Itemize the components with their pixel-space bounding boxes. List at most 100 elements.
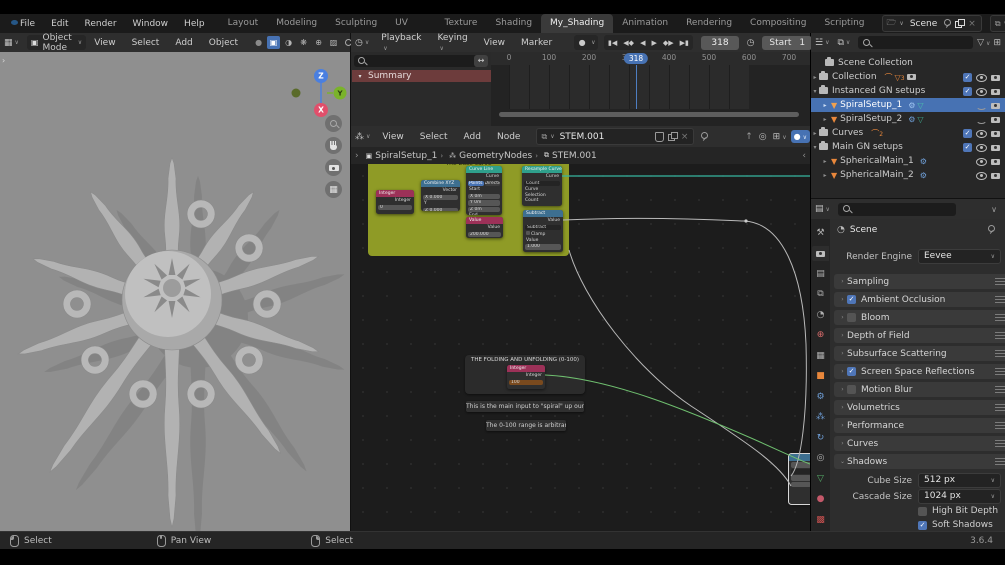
horizontal-scrollbar[interactable] bbox=[499, 112, 799, 117]
go-to-parent-icon[interactable]: ↑ bbox=[745, 132, 753, 142]
y-field[interactable]: Y 0m bbox=[468, 200, 500, 206]
play-button[interactable]: ▶ bbox=[649, 39, 659, 47]
new-collection-icon[interactable]: ⊞ bbox=[993, 38, 1001, 48]
viewport-shading-sphere-icon[interactable]: ● bbox=[252, 36, 265, 49]
zoom-button[interactable] bbox=[325, 115, 342, 132]
node-combine-xyz[interactable]: Combine XYZ Vector X 0.000 Y Z 0.000 bbox=[421, 180, 460, 211]
checkbox-off[interactable] bbox=[847, 385, 856, 394]
hide-eye-icon[interactable] bbox=[976, 73, 987, 81]
exclude-checkbox[interactable]: ✓ bbox=[963, 143, 972, 152]
timeline-ruler[interactable]: 0 100 200 300 400 500 600 700 318 bbox=[491, 52, 810, 65]
disable-render-icon[interactable] bbox=[991, 143, 1001, 151]
proportional-edit-icon[interactable]: ❋ bbox=[297, 36, 310, 49]
disable-render-icon[interactable] bbox=[991, 87, 1001, 95]
disable-render-icon[interactable] bbox=[991, 129, 1001, 137]
node-value-field[interactable]: 0 bbox=[378, 205, 412, 211]
sidebar-toggle-icon[interactable]: › bbox=[355, 151, 359, 161]
editor-type-geometry-nodes-icon[interactable]: ⁂∨ bbox=[355, 132, 370, 142]
pan-button[interactable] bbox=[325, 137, 342, 154]
hide-eye-icon[interactable] bbox=[976, 157, 987, 165]
node-value-field[interactable]: 200.000 bbox=[468, 232, 501, 238]
node-value-field[interactable]: 1.000 bbox=[525, 244, 561, 250]
tab-material[interactable]: ● bbox=[812, 492, 829, 507]
unlink-icon[interactable]: × bbox=[681, 132, 689, 142]
scene-name[interactable]: Scene bbox=[904, 19, 943, 29]
frame-start-field[interactable]: Start 1 bbox=[762, 36, 812, 50]
workspace-tab-texture-paint[interactable]: Texture Paint bbox=[436, 14, 487, 33]
breadcrumb-object[interactable]: SpiralSetup_1 bbox=[375, 151, 437, 161]
prev-keyframe-button[interactable]: ◀◆ bbox=[621, 39, 637, 47]
timeline-menu-keying[interactable]: Keying ∨ bbox=[429, 33, 475, 53]
drag-grip-icon[interactable] bbox=[995, 314, 1005, 321]
drag-grip-icon[interactable] bbox=[995, 404, 1005, 411]
filter-width-icon[interactable]: ↔ bbox=[474, 55, 488, 67]
drag-grip-icon[interactable] bbox=[995, 368, 1005, 375]
keyframe-area[interactable] bbox=[491, 65, 810, 120]
stopwatch-icon[interactable]: ◷ bbox=[747, 38, 755, 48]
outliner-row-spiralsetup-1[interactable]: ▸ ▼ SpiralSetup_1 ⚙ ▽ bbox=[811, 98, 1005, 112]
node-menu-node[interactable]: Node bbox=[489, 132, 529, 142]
camera-view-button[interactable] bbox=[325, 159, 342, 176]
soft-shadows-checkbox[interactable]: ✓ bbox=[918, 521, 927, 530]
display-mode-icon[interactable]: ⧉∨ bbox=[837, 38, 850, 48]
hide-eye-icon[interactable] bbox=[976, 115, 987, 123]
workspace-tab-rendering[interactable]: Rendering bbox=[677, 14, 741, 33]
panel-subsurface-scattering[interactable]: ›Subsurface Scattering bbox=[834, 346, 1005, 361]
editor-type-3d-viewport-icon[interactable]: ▦∨ bbox=[4, 38, 19, 48]
pin-icon[interactable] bbox=[700, 132, 708, 142]
drag-grip-icon[interactable] bbox=[995, 458, 1005, 465]
exclude-checkbox[interactable]: ✓ bbox=[963, 73, 972, 82]
menu-render[interactable]: Render bbox=[77, 19, 125, 29]
dopesheet[interactable]: ↔ ▾ Summary 0 100 200 300 400 500 600 70… bbox=[351, 52, 810, 127]
cube-size-dropdown[interactable]: 512 px∨ bbox=[918, 473, 1001, 488]
drag-grip-icon[interactable] bbox=[995, 296, 1005, 303]
viewport-menu-select[interactable]: Select bbox=[124, 38, 168, 48]
outliner-row-instanced-gn-setups[interactable]: ▾ Instanced GN setups ✓ bbox=[811, 84, 1005, 98]
node-z-field[interactable]: Z 0.000 bbox=[423, 208, 458, 212]
breadcrumb-scene[interactable]: Scene bbox=[850, 225, 877, 235]
node-value-field[interactable]: 100 bbox=[509, 380, 543, 386]
panel-volumetrics[interactable]: ›Volumetrics bbox=[834, 400, 1005, 415]
viewport-material-preview-icon[interactable]: ◑ bbox=[282, 36, 295, 49]
disable-render-icon[interactable] bbox=[991, 115, 1001, 123]
hide-eye-icon[interactable] bbox=[976, 143, 987, 151]
expand-icon[interactable]: ▸ bbox=[811, 74, 819, 81]
panel-sampling[interactable]: ›Sampling bbox=[834, 274, 1005, 289]
direction-tab[interactable]: Direction bbox=[485, 181, 501, 187]
node-menu-add[interactable]: Add bbox=[456, 132, 489, 142]
x-field[interactable]: X 0m bbox=[468, 194, 500, 200]
mode-dropdown[interactable]: Count bbox=[524, 181, 560, 187]
hide-eye-icon[interactable] bbox=[976, 87, 987, 95]
tab-object[interactable]: ■ bbox=[812, 369, 829, 384]
play-reverse-button[interactable]: ◀ bbox=[638, 39, 648, 47]
high-bit-depth-checkbox[interactable] bbox=[918, 507, 927, 516]
snapping-icon[interactable]: ◎ bbox=[759, 132, 767, 142]
outliner-row-curves[interactable]: ▸ Curves ⌒2 ✓ bbox=[811, 126, 1005, 140]
options-chevron-icon[interactable]: ∨ bbox=[991, 205, 997, 214]
note-range[interactable]: The 0-100 range is arbitrary bbox=[486, 420, 566, 431]
node-x-field[interactable]: X 0.000 bbox=[423, 195, 458, 201]
drag-grip-icon[interactable] bbox=[995, 386, 1005, 393]
workspace-tab-my-shading[interactable]: My_Shading bbox=[541, 14, 613, 33]
editor-type-dopesheet-icon[interactable]: ◷∨ bbox=[355, 38, 369, 48]
collapse-icon[interactable]: ▾ bbox=[811, 88, 819, 95]
workspace-tab-modeling[interactable]: Modeling bbox=[267, 14, 326, 33]
mode-selector[interactable]: ▣ Object Mode ∨ bbox=[27, 35, 86, 50]
menu-edit[interactable]: Edit bbox=[43, 19, 76, 29]
z-field[interactable]: Z 0m bbox=[468, 207, 500, 213]
cascade-size-dropdown[interactable]: 1024 px∨ bbox=[918, 489, 1001, 504]
playhead-frame-badge[interactable]: 318 bbox=[624, 53, 648, 64]
node-menu-select[interactable]: Select bbox=[412, 132, 456, 142]
drag-grip-icon[interactable] bbox=[995, 440, 1005, 447]
toggle-perspective-button[interactable]: ▦ bbox=[325, 181, 342, 198]
node-menu-view[interactable]: View bbox=[374, 132, 411, 142]
breadcrumb-nodegroup[interactable]: STEM.001 bbox=[552, 151, 597, 161]
render-engine-dropdown[interactable]: Eevee∨ bbox=[918, 249, 1001, 264]
snap-icon[interactable]: ⊕ bbox=[312, 36, 325, 49]
expand-icon[interactable]: ▸ bbox=[811, 130, 819, 137]
playhead[interactable] bbox=[636, 65, 637, 109]
tab-object-data[interactable]: ▽ bbox=[812, 471, 829, 486]
tab-output[interactable]: ▤ bbox=[812, 266, 829, 281]
next-keyframe-button[interactable]: ◆▶ bbox=[660, 39, 676, 47]
tab-constraints[interactable]: ◎ bbox=[812, 451, 829, 466]
